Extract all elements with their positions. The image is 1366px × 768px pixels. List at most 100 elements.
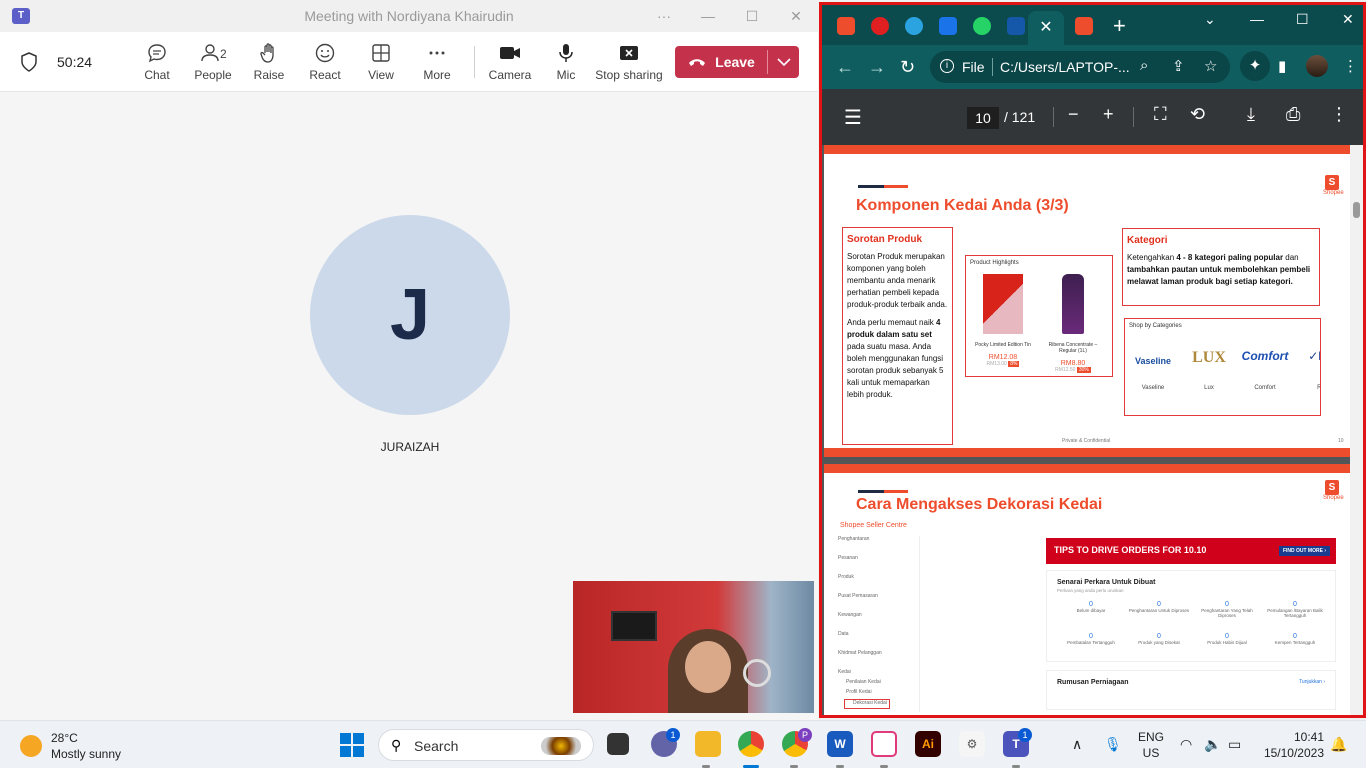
wifi-icon[interactable]: ◠: [1180, 736, 1192, 753]
ribena-image: [1062, 274, 1084, 334]
back-arrow-icon[interactable]: ←: [836, 57, 854, 78]
minimize-icon[interactable]: —: [686, 0, 730, 32]
zoom-in-icon[interactable]: +: [1103, 104, 1114, 125]
raise-hand-button[interactable]: Raise: [241, 42, 297, 82]
notification-bell-icon[interactable]: 🔔: [1330, 736, 1347, 753]
weather-condition: Mostly sunny: [51, 747, 122, 761]
new-tab-button[interactable]: +: [1113, 13, 1126, 39]
snipping-tool-icon[interactable]: [871, 731, 897, 757]
file-explorer-icon[interactable]: [695, 731, 721, 757]
leave-button[interactable]: Leave: [675, 46, 767, 78]
volume-icon[interactable]: 🔈: [1204, 736, 1221, 753]
rotate-icon[interactable]: ⟲: [1190, 104, 1205, 125]
side-panel-icon[interactable]: ▮: [1278, 57, 1286, 75]
m-tab-icon[interactable]: [1007, 17, 1025, 35]
tab-search-chevron-icon[interactable]: ⌄: [1204, 11, 1216, 28]
download-icon[interactable]: ⤓: [1247, 104, 1255, 125]
maximize-icon[interactable]: ☐: [730, 0, 774, 32]
leave-options-button[interactable]: [768, 46, 799, 78]
shop-by-categories-box: Shop by Categories Vaseline Vaseline LUX L…: [1124, 318, 1321, 416]
chat-icon: [148, 44, 166, 63]
shopee-tab-icon-2[interactable]: [1075, 17, 1093, 35]
fit-page-icon[interactable]: ⛶: [1154, 104, 1167, 125]
taskbar-search[interactable]: ⚲ Search: [378, 729, 594, 761]
react-button[interactable]: React: [297, 42, 353, 82]
pdf-viewport[interactable]: Komponen Kedai Anda (3/3) S Shopee Sorota…: [822, 145, 1363, 715]
pdf-scrollbar[interactable]: [1350, 145, 1363, 715]
camera-button[interactable]: Camera: [482, 42, 538, 82]
brand-lux: LUX Lux: [1192, 349, 1226, 391]
more-label: More: [423, 68, 451, 82]
chrome-menu-icon[interactable]: ⋮: [1343, 57, 1358, 75]
tray-chevron-up-icon[interactable]: ∧: [1072, 736, 1082, 753]
people-icon: 2: [201, 44, 227, 62]
telegram-tab-icon[interactable]: [905, 17, 923, 35]
chat-button[interactable]: Chat: [129, 42, 185, 82]
people-button[interactable]: 2 People: [185, 42, 241, 82]
battery-icon[interactable]: ▭: [1228, 736, 1241, 753]
sorotan-produk-box: Sorotan Produk Sorotan Produk merupakan …: [842, 227, 953, 445]
shield-icon[interactable]: [20, 52, 38, 72]
pdf-more-icon[interactable]: ⋮: [1330, 104, 1348, 125]
profile-avatar[interactable]: [1306, 55, 1328, 77]
promo-banner: TIPS TO DRIVE ORDERS FOR 10.10 FIND OUT …: [1046, 538, 1336, 564]
pdf-page-10: Komponen Kedai Anda (3/3) S Shopee Sorota…: [824, 145, 1351, 457]
system-clock[interactable]: 10:41 15/10/2023: [1262, 729, 1324, 761]
chrome-close-icon[interactable]: ✕: [1342, 11, 1354, 28]
input-language[interactable]: ENG US: [1138, 729, 1164, 761]
pdf-page-input[interactable]: 10: [967, 107, 999, 129]
extensions-puzzle-icon[interactable]: ✦: [1240, 51, 1270, 81]
sorotan-text-2: Anda perlu memaut naik 4 produk dalam sa…: [847, 318, 944, 399]
people-label: People: [194, 68, 232, 82]
reload-icon[interactable]: ↻: [900, 57, 915, 78]
forward-arrow-icon[interactable]: →: [868, 57, 886, 78]
address-url[interactable]: C:/Users/LAPTOP-...: [1000, 59, 1130, 75]
raise-label: Raise: [253, 68, 285, 82]
windows-start-icon[interactable]: [340, 733, 364, 757]
whatsapp-tab-icon[interactable]: [973, 17, 991, 35]
word-icon[interactable]: W: [827, 731, 853, 757]
task-view-icon[interactable]: [607, 733, 629, 755]
meeting-timer: 50:24: [57, 54, 93, 70]
stop-sharing-label: Stop sharing: [595, 68, 663, 82]
stop-sharing-button[interactable]: Stop sharing: [594, 42, 664, 82]
zoom-out-icon[interactable]: −: [1068, 104, 1079, 125]
teams-window-controls: ··· — ☐ ✕: [642, 0, 818, 32]
self-video-preview[interactable]: [573, 581, 814, 713]
chat-label: Chat: [144, 68, 170, 82]
bookmark-star-icon[interactable]: ☆: [1204, 57, 1217, 75]
tray-microphone-icon[interactable]: 🎙: [1104, 736, 1122, 753]
chevron-down-icon: [776, 58, 791, 66]
pdf-menu-icon[interactable]: ☰: [844, 105, 862, 130]
illustrator-icon[interactable]: Ai: [915, 731, 941, 757]
teams-chat-badge: 1: [666, 728, 680, 742]
more-button[interactable]: More: [409, 42, 465, 82]
meeting-stage: J JURAIZAH: [0, 93, 818, 720]
settings-gear-icon[interactable]: ⚙: [959, 731, 985, 757]
chrome-maximize-icon[interactable]: ☐: [1296, 11, 1309, 28]
more-options-icon[interactable]: ···: [642, 0, 686, 32]
mic-button[interactable]: Mic: [538, 42, 594, 82]
ellipsis-icon: [429, 51, 445, 55]
chrome-minimize-icon[interactable]: —: [1250, 11, 1264, 27]
kategori-heading: Kategori: [1127, 235, 1168, 246]
red-circle-tab-icon[interactable]: [871, 17, 889, 35]
close-icon[interactable]: ✕: [774, 0, 818, 32]
view-button[interactable]: View: [353, 42, 409, 82]
hand-icon: [260, 43, 274, 63]
share-icon[interactable]: ⇪: [1172, 57, 1185, 75]
active-tab-close-icon[interactable]: ✕: [1028, 11, 1064, 45]
shopee-tab-icon[interactable]: [837, 17, 855, 35]
site-info-icon[interactable]: i: [940, 59, 954, 73]
hang-up-icon: [689, 59, 706, 66]
print-icon[interactable]: ⎙: [1286, 104, 1300, 125]
mail-tab-icon[interactable]: [939, 17, 957, 35]
teams-titlebar: T Meeting with Nordiyana Khairudin ··· —…: [0, 0, 818, 32]
zoom-icon[interactable]: ⌕: [1140, 57, 1148, 74]
omnibox[interactable]: i File C:/Users/LAPTOP-...: [930, 51, 1230, 83]
chrome-profile-badge: P: [798, 728, 812, 742]
people-count: 2: [220, 47, 227, 61]
leave-label: Leave: [715, 54, 755, 70]
camera-label: Camera: [488, 68, 532, 82]
chrome-icon[interactable]: [738, 731, 764, 757]
